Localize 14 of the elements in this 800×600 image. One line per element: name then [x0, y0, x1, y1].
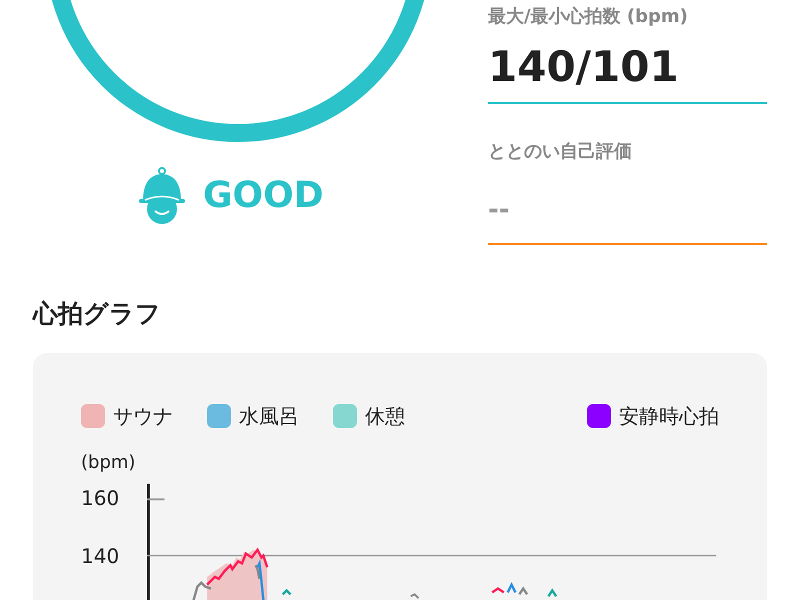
unit-label: (bpm) [81, 452, 136, 472]
y-tick-label: 160 [81, 486, 120, 510]
stat-value: 140/101 [488, 46, 680, 88]
stat-value: -- [488, 197, 511, 223]
legend-label: 休憩 [365, 402, 405, 430]
section-title: 心拍グラフ [33, 298, 162, 330]
legend-label: サウナ [113, 402, 173, 430]
stat-label: 最大/最小心拍数 (bpm) [488, 5, 689, 29]
stat-label: ととのい自己評価 [488, 140, 633, 164]
y-tick-label: 140 [81, 544, 120, 568]
bell-mascot-icon [137, 167, 187, 225]
rating-text: GOOD [203, 174, 324, 218]
legend-label: 水風呂 [239, 402, 299, 430]
legend-label: 安静時心拍 [619, 402, 719, 430]
